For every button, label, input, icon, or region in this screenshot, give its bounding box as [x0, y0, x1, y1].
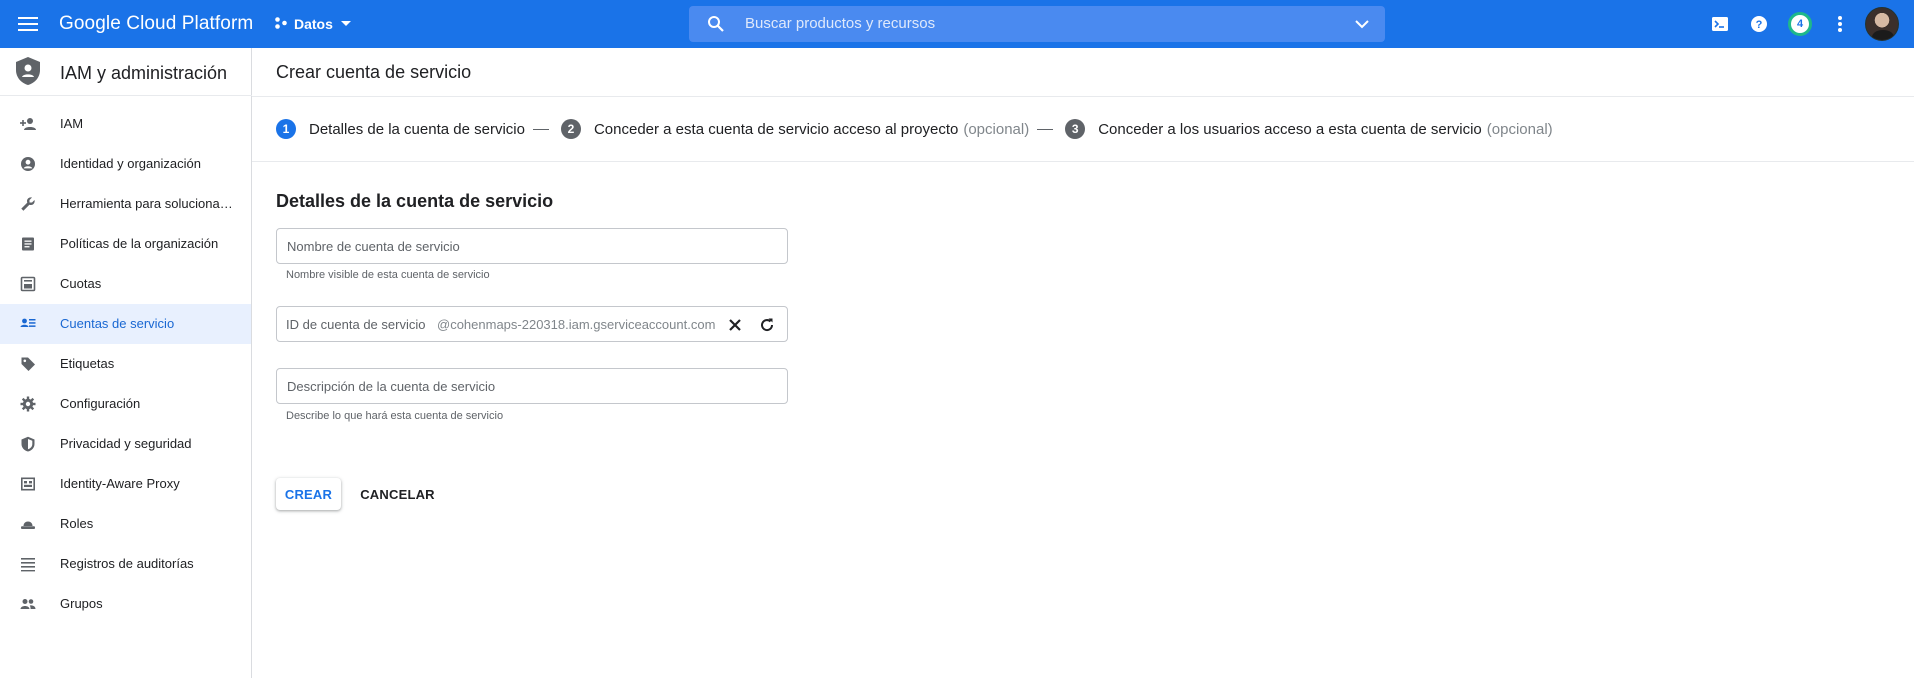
sidebar-item-label: Políticas de la organización [60, 236, 219, 251]
sidebar-item-label: Identity-Aware Proxy [60, 476, 180, 491]
sidebar-item-label: IAM [60, 116, 84, 131]
notifications-badge[interactable]: 4 [1788, 12, 1812, 36]
step-optional: (opcional) [1486, 120, 1553, 138]
create-button[interactable]: CREAR [276, 478, 341, 510]
document-icon [20, 236, 36, 252]
top-bar: Google Cloud Platform Datos Buscar produ… [0, 0, 1914, 48]
sidebar-item-label: Cuentas de servicio [60, 316, 175, 331]
sidebar-item-service-accounts[interactable]: Cuentas de servicio [0, 304, 251, 344]
sidebar-item-label: Configuración [60, 396, 141, 411]
id-field-label: ID de cuenta de servicio [286, 317, 426, 332]
step-separator [1037, 128, 1054, 130]
sidebar-item-org-policies[interactable]: Políticas de la organización [0, 224, 251, 264]
service-account-name-field[interactable] [276, 228, 788, 264]
sidebar-item-audit-logs[interactable]: Registros de auditorías [0, 544, 251, 584]
wrench-icon [20, 196, 36, 212]
sidebar-item-quotas[interactable]: Cuotas [0, 264, 251, 304]
stepper: 1 Detalles de la cuenta de servicio 2 Co… [276, 118, 1553, 140]
close-icon[interactable] [725, 315, 745, 335]
sidebar-item-label: Identidad y organización [60, 156, 201, 171]
tag-icon [20, 356, 36, 372]
sidebar-item-groups[interactable]: Grupos [0, 584, 251, 624]
description-helper-text: Describe lo que hará esta cuenta de serv… [286, 410, 504, 422]
sidebar-item-labels[interactable]: Etiquetas [0, 344, 251, 384]
service-account-icon [20, 316, 36, 332]
search-bar[interactable]: Buscar productos y recursos [689, 6, 1385, 42]
more-vert-icon[interactable] [1828, 12, 1852, 36]
account-circle-icon [20, 156, 36, 172]
step-number: 1 [276, 119, 296, 139]
brand-title[interactable]: Google Cloud Platform [59, 12, 253, 36]
step-number: 3 [1065, 119, 1086, 139]
project-selector[interactable]: Datos [274, 12, 353, 36]
sidebar-item-troubleshooter[interactable]: Herramienta para solucionar problemas de… [0, 184, 251, 224]
sidebar-item-roles[interactable]: Roles [0, 504, 251, 544]
sidebar: IAM y administración IAM Identidad y org… [0, 48, 252, 678]
sidebar-item-label: Registros de auditorías [60, 556, 194, 571]
gear-icon [20, 396, 36, 412]
shield-icon [14, 56, 42, 86]
step-optional: (opcional) [963, 120, 1030, 138]
sidebar-item-label: Etiquetas [60, 356, 115, 371]
sidebar-item-iam[interactable]: IAM [0, 104, 251, 144]
step-label[interactable]: Conceder a los usuarios acceso a esta cu… [1098, 121, 1482, 138]
step-separator [532, 128, 549, 130]
id-field-suffix: @cohenmaps-220318.iam.gserviceaccount.co… [437, 317, 716, 332]
chevron-down-icon [339, 16, 353, 33]
chevron-down-icon[interactable] [1353, 15, 1371, 38]
sidebar-item-label: Roles [60, 516, 94, 531]
sidebar-item-label: Privacidad y seguridad [60, 436, 192, 451]
list-icon [20, 556, 36, 572]
sidebar-title: IAM y administración [60, 63, 228, 83]
cancel-button[interactable]: CANCELAR [355, 478, 440, 510]
svg-text:?: ? [1756, 19, 1763, 31]
sidebar-item-settings[interactable]: Configuración [0, 384, 251, 424]
cloud-shell-icon[interactable] [1708, 12, 1732, 36]
step-label[interactable]: Conceder a esta cuenta de servicio acces… [594, 121, 958, 138]
sidebar-item-identity[interactable]: Identidad y organización [0, 144, 251, 184]
section-title: Detalles de la cuenta de servicio [276, 191, 554, 211]
proxy-icon [20, 476, 36, 492]
step-number: 2 [560, 119, 581, 139]
divider [252, 161, 1914, 162]
service-account-description-field[interactable] [276, 368, 788, 404]
sidebar-item-iap[interactable]: Identity-Aware Proxy [0, 464, 251, 504]
sidebar-nav: IAM Identidad y organización Herramienta… [0, 104, 251, 624]
person-add-icon [20, 116, 36, 132]
project-name: Datos [294, 16, 333, 32]
service-account-name-input[interactable] [277, 229, 787, 263]
sidebar-item-label: Herramienta para solucionar problemas de… [60, 196, 236, 211]
menu-icon[interactable] [14, 12, 42, 36]
service-account-description-input[interactable] [277, 369, 787, 403]
avatar[interactable] [1865, 7, 1899, 41]
name-helper-text: Nombre visible de esta cuenta de servici… [286, 269, 490, 281]
help-icon[interactable]: ? [1747, 12, 1771, 36]
shield-icon [20, 436, 36, 452]
divider [252, 96, 1914, 97]
step-label[interactable]: Detalles de la cuenta de servicio [309, 121, 525, 138]
service-account-id-field[interactable]: ID de cuenta de servicio @cohenmaps-2203… [276, 306, 788, 342]
hat-icon [20, 516, 36, 532]
quota-icon [20, 276, 36, 292]
group-icon [20, 596, 36, 612]
refresh-icon[interactable] [757, 315, 777, 335]
sidebar-item-label: Grupos [60, 596, 103, 611]
search-icon [707, 15, 725, 38]
sidebar-item-label: Cuotas [60, 276, 102, 291]
sidebar-item-privacy[interactable]: Privacidad y seguridad [0, 424, 251, 464]
page-title: Crear cuenta de servicio [276, 62, 472, 82]
sidebar-header: IAM y administración [0, 48, 252, 96]
search-placeholder: Buscar productos y recursos [745, 15, 936, 32]
project-icon [274, 16, 288, 33]
